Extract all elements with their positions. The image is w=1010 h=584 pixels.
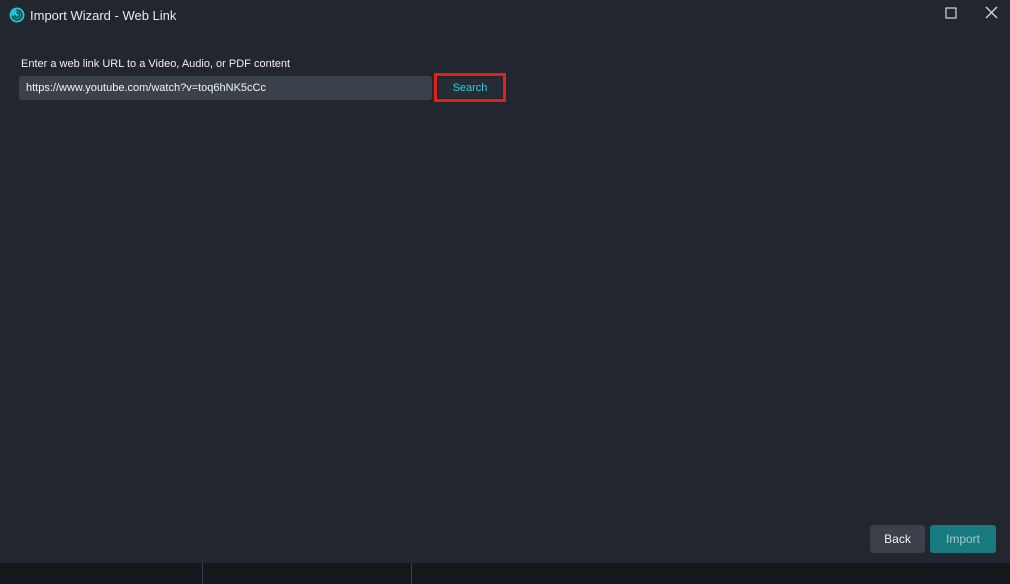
title-bar: Import Wizard - Web Link xyxy=(0,0,1010,32)
maximize-icon xyxy=(945,6,957,24)
url-input[interactable] xyxy=(19,76,432,100)
status-divider xyxy=(202,563,203,584)
window-title: Import Wizard - Web Link xyxy=(30,8,177,23)
import-button[interactable]: Import xyxy=(930,525,996,553)
back-button[interactable]: Back xyxy=(870,525,925,553)
status-divider xyxy=(411,563,412,584)
close-button[interactable] xyxy=(980,4,1002,26)
maximize-button[interactable] xyxy=(940,4,962,26)
close-icon xyxy=(985,6,998,24)
status-bar xyxy=(0,563,1010,584)
app-logo-icon xyxy=(9,7,25,23)
url-prompt-label: Enter a web link URL to a Video, Audio, … xyxy=(21,58,291,70)
search-button[interactable]: Search xyxy=(439,78,501,98)
